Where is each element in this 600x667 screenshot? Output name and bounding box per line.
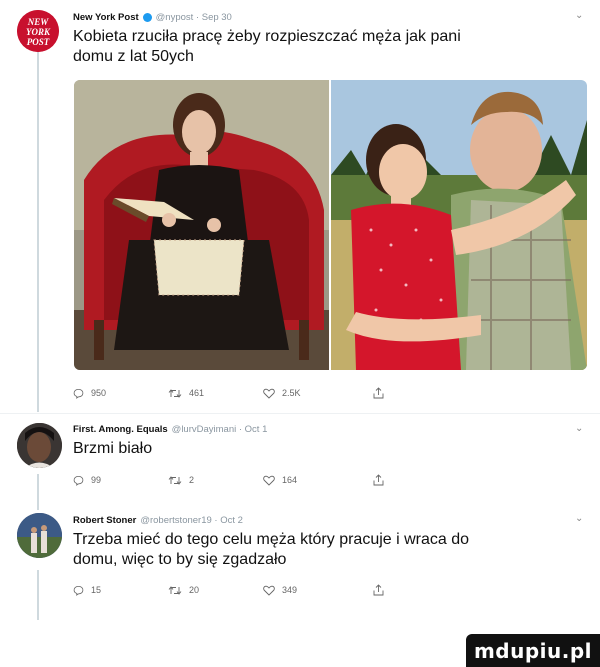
svg-text:YORK: YORK: [26, 27, 51, 37]
retweet-icon: [168, 475, 182, 485]
like-action[interactable]: 2.5K: [263, 388, 373, 399]
thread-line: [37, 474, 39, 510]
share-icon: [373, 387, 384, 399]
reply2-text-line-1: Trzeba mieć do tego celu męża który prac…: [73, 531, 470, 548]
reply2-text-line-2: domu, więc to by się zgadzało: [73, 551, 287, 568]
reply1-text: Brzmi biało: [73, 440, 153, 457]
retweet-icon: [168, 388, 182, 398]
reply-count: 950: [91, 388, 107, 398]
tweet-header: New York Post @nypost · Sep 30: [73, 12, 232, 23]
tweet-photo-left[interactable]: [74, 80, 329, 370]
separator: [0, 413, 600, 414]
tweet-photo-right[interactable]: [331, 80, 587, 370]
reply2-author-handle[interactable]: @robertstoner19 · Oct 2: [140, 515, 243, 526]
retweet-count: 2: [189, 475, 195, 485]
svg-text:NEW: NEW: [27, 17, 50, 27]
retweet-action[interactable]: 20: [168, 585, 263, 596]
like-count: 349: [282, 585, 298, 595]
reply-icon: [73, 475, 84, 486]
reply-icon: [73, 585, 84, 596]
heart-icon: [263, 475, 275, 486]
reply2-header: Robert Stoner @robertstoner19 · Oct 2: [73, 515, 243, 526]
share-icon: [373, 584, 384, 596]
reply2-author-name[interactable]: Robert Stoner: [73, 515, 136, 526]
svg-text:POST: POST: [27, 37, 50, 47]
heart-icon: [263, 388, 275, 399]
reply1-header: First. Among. Equals @lurvDayimani · Oct…: [73, 424, 267, 435]
reply-action[interactable]: 15: [73, 585, 168, 596]
reply-icon: [73, 388, 84, 399]
tweet-text-line-2: domu z lat 50ych: [73, 48, 194, 65]
reply2-more-chevron-down-icon[interactable]: ⌄: [575, 513, 583, 524]
tweet-text-line-1: Kobieta rzuciła pracę żeby rozpieszczać …: [73, 28, 461, 45]
reply1-author-name[interactable]: First. Among. Equals: [73, 424, 168, 435]
retweet-count: 461: [189, 388, 205, 398]
reply1-more-chevron-down-icon[interactable]: ⌄: [575, 423, 583, 434]
user-avatar-photo: [17, 513, 62, 558]
verified-badge-icon: [142, 13, 152, 22]
reply-action[interactable]: 99: [73, 475, 168, 486]
like-action[interactable]: 349: [263, 585, 373, 596]
share-icon: [373, 474, 384, 486]
reply2-actions: 15 20 349: [73, 584, 543, 596]
author-handle[interactable]: @nypost · Sep 30: [156, 12, 232, 23]
retweet-action[interactable]: 461: [168, 388, 263, 399]
reply1-author-handle[interactable]: @lurvDayimani · Oct 1: [172, 424, 268, 435]
like-count: 164: [282, 475, 298, 485]
reply1-avatar[interactable]: [17, 423, 62, 468]
watermark: mdupiu.pl: [466, 634, 600, 667]
reply-count: 15: [91, 585, 102, 595]
retweet-icon: [168, 585, 182, 595]
reply2-avatar[interactable]: [17, 513, 62, 558]
reply-action[interactable]: 950: [73, 388, 168, 399]
share-action[interactable]: [373, 474, 384, 486]
reply1-actions: 99 2 164: [73, 474, 543, 486]
more-chevron-down-icon[interactable]: ⌄: [575, 10, 583, 21]
reply-count: 99: [91, 475, 102, 485]
share-action[interactable]: [373, 387, 384, 399]
nypost-logo-icon: NEW YORK POST: [17, 10, 59, 52]
couple-hugging-photo: [331, 80, 587, 370]
share-action[interactable]: [373, 584, 384, 596]
retweet-action[interactable]: 2: [168, 475, 263, 486]
heart-icon: [263, 585, 275, 596]
woman-reading-photo: [74, 80, 329, 370]
author-name[interactable]: New York Post: [73, 12, 139, 23]
like-count: 2.5K: [282, 388, 301, 398]
thread-line: [37, 52, 39, 412]
thread-line: [37, 570, 39, 620]
nypost-avatar[interactable]: NEW YORK POST: [17, 10, 59, 52]
retweet-count: 20: [189, 585, 200, 595]
like-action[interactable]: 164: [263, 475, 373, 486]
user-avatar-photo: [17, 423, 62, 468]
tweet-actions: 950 461 2.5K: [73, 387, 543, 399]
